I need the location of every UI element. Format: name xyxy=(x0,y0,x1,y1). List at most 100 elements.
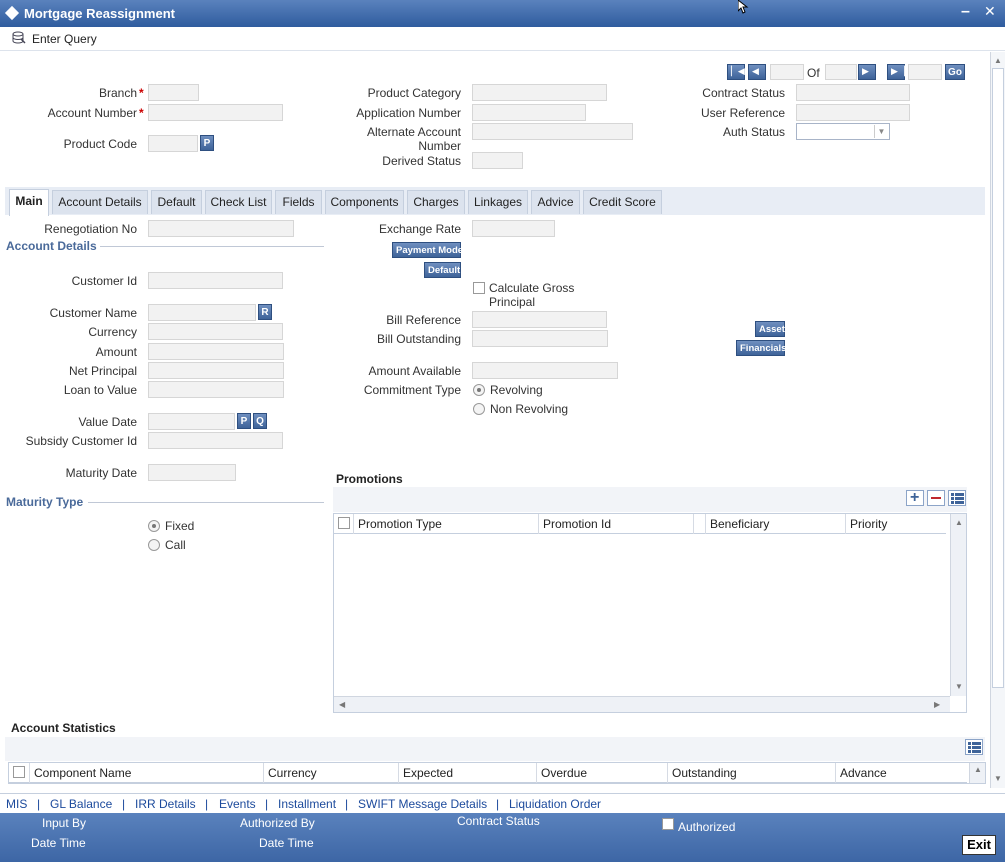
tab-linkages[interactable]: Linkages xyxy=(468,190,528,214)
tab-main[interactable]: Main xyxy=(9,189,49,216)
scroll-left-icon[interactable]: ◀ xyxy=(339,700,345,709)
gl-balance-link[interactable]: GL Balance xyxy=(50,797,112,811)
irr-details-link[interactable]: IRR Details xyxy=(135,797,196,811)
outstanding-header[interactable]: Outstanding xyxy=(668,763,836,783)
events-link[interactable]: Events xyxy=(219,797,256,811)
currency-field[interactable] xyxy=(148,323,283,340)
financials-button[interactable]: Financials xyxy=(736,340,786,356)
tab-check-list[interactable]: Check List xyxy=(205,190,272,214)
maturity-date-field[interactable] xyxy=(148,464,236,481)
calculate-gross-principal-checkbox[interactable] xyxy=(473,282,485,294)
value-date-field[interactable] xyxy=(148,413,235,430)
component-name-header[interactable]: Component Name xyxy=(30,763,264,783)
tab-charges[interactable]: Charges xyxy=(407,190,465,214)
amount-available-field[interactable] xyxy=(472,362,618,379)
tab-default[interactable]: Default xyxy=(151,190,202,214)
non-revolving-radio[interactable] xyxy=(473,403,485,415)
page-scroll-thumb[interactable] xyxy=(992,68,1004,688)
tab-components[interactable]: Components xyxy=(325,190,404,214)
previous-record-button[interactable]: ◀ xyxy=(748,64,766,80)
advance-header[interactable]: Advance xyxy=(836,763,967,783)
fixed-radio[interactable] xyxy=(148,520,160,532)
branch-field[interactable] xyxy=(148,84,199,101)
scroll-up-icon[interactable]: ▲ xyxy=(974,765,982,774)
scroll-up-icon[interactable]: ▲ xyxy=(955,518,963,527)
tab-credit-score[interactable]: Credit Score xyxy=(583,190,662,214)
account-details-divider xyxy=(100,246,324,247)
promotions-horizontal-scrollbar[interactable]: ◀ ▶ xyxy=(334,696,950,712)
alternate-account-field[interactable] xyxy=(472,123,633,140)
go-button[interactable]: Go xyxy=(945,64,965,80)
expected-header[interactable]: Expected xyxy=(399,763,537,783)
single-view-button[interactable] xyxy=(948,490,966,506)
contract-status-field[interactable] xyxy=(796,84,910,101)
revolving-radio[interactable] xyxy=(473,384,485,396)
mis-link[interactable]: MIS xyxy=(6,797,27,811)
scroll-down-icon[interactable]: ▼ xyxy=(955,682,963,691)
scroll-up-icon[interactable]: ▲ xyxy=(994,56,1002,65)
promotions-select-all-checkbox[interactable] xyxy=(338,517,350,529)
goto-record-field[interactable] xyxy=(908,64,942,80)
database-query-icon[interactable] xyxy=(12,31,26,45)
total-records-field[interactable] xyxy=(825,64,857,80)
loan-to-value-field[interactable] xyxy=(148,381,284,398)
priority-header[interactable]: Priority xyxy=(846,514,946,534)
promotion-id-header[interactable]: Promotion Id xyxy=(539,514,694,534)
authorized-checkbox[interactable] xyxy=(662,818,674,830)
tab-advice[interactable]: Advice xyxy=(531,190,580,214)
call-radio[interactable] xyxy=(148,539,160,551)
value-date-p-button[interactable]: P xyxy=(237,413,251,429)
currency-header[interactable]: Currency xyxy=(264,763,399,783)
promotions-vertical-scrollbar[interactable]: ▲ ▼ xyxy=(950,514,966,696)
minimize-button[interactable]: – xyxy=(961,3,970,21)
net-principal-field[interactable] xyxy=(148,362,284,379)
current-record-field[interactable] xyxy=(770,64,804,80)
enter-query-button[interactable]: Enter Query xyxy=(32,32,97,46)
promotion-type-header[interactable]: Promotion Type xyxy=(354,514,539,534)
authorized-by-label: Authorized By xyxy=(240,816,315,830)
auth-status-select[interactable]: ▼ xyxy=(796,123,890,140)
renegotiation-no-field[interactable] xyxy=(148,220,294,237)
exchange-rate-field[interactable] xyxy=(472,220,555,237)
delete-row-button[interactable] xyxy=(927,490,945,506)
bill-outstanding-field[interactable] xyxy=(472,330,608,347)
account-statistics-view-button[interactable] xyxy=(965,739,983,755)
close-button[interactable]: ✕ xyxy=(984,3,996,20)
liquidation-order-link[interactable]: Liquidation Order xyxy=(509,797,601,811)
scroll-right-icon[interactable]: ▶ xyxy=(934,700,940,709)
branch-required-marker: * xyxy=(139,86,144,100)
product-category-field[interactable] xyxy=(472,84,607,101)
add-row-button[interactable]: + xyxy=(906,489,924,506)
payment-mode-button[interactable]: Payment Mode xyxy=(392,242,463,258)
bill-reference-field[interactable] xyxy=(472,311,607,328)
asset-button[interactable]: Asset xyxy=(755,321,785,337)
default-button[interactable]: Default xyxy=(424,262,461,278)
customer-name-field[interactable] xyxy=(148,304,256,321)
next-record-button[interactable]: ▶ xyxy=(858,64,876,80)
amount-field[interactable] xyxy=(148,343,284,360)
product-code-field[interactable] xyxy=(148,135,198,152)
stats-vertical-scrollbar[interactable]: ▲ xyxy=(969,763,985,783)
exit-button[interactable]: Exit xyxy=(962,835,996,855)
tab-account-details[interactable]: Account Details xyxy=(52,190,148,214)
subsidy-customer-id-field[interactable] xyxy=(148,432,283,449)
page-vertical-scrollbar[interactable]: ▲ ▼ xyxy=(990,52,1005,788)
beneficiary-header[interactable]: Beneficiary xyxy=(706,514,846,534)
stats-select-all-checkbox[interactable] xyxy=(13,766,25,778)
last-record-button[interactable]: ▶▕ xyxy=(887,64,905,80)
first-record-button[interactable]: ▏◀ xyxy=(727,64,745,80)
product-code-lov-button[interactable]: P xyxy=(200,135,214,151)
value-date-q-button[interactable]: Q xyxy=(253,413,267,429)
overdue-header[interactable]: Overdue xyxy=(537,763,668,783)
swift-message-details-link[interactable]: SWIFT Message Details xyxy=(358,797,487,811)
derived-status-field[interactable] xyxy=(472,152,523,169)
customer-name-lov-button[interactable]: R xyxy=(258,304,272,320)
scroll-down-icon[interactable]: ▼ xyxy=(994,774,1002,783)
customer-id-field[interactable] xyxy=(148,272,283,289)
account-number-field[interactable] xyxy=(148,104,283,121)
tab-fields[interactable]: Fields xyxy=(275,190,322,214)
chevron-down-icon[interactable]: ▼ xyxy=(874,125,888,138)
user-reference-field[interactable] xyxy=(796,104,910,121)
application-number-field[interactable] xyxy=(472,104,586,121)
installment-link[interactable]: Installment xyxy=(278,797,336,811)
